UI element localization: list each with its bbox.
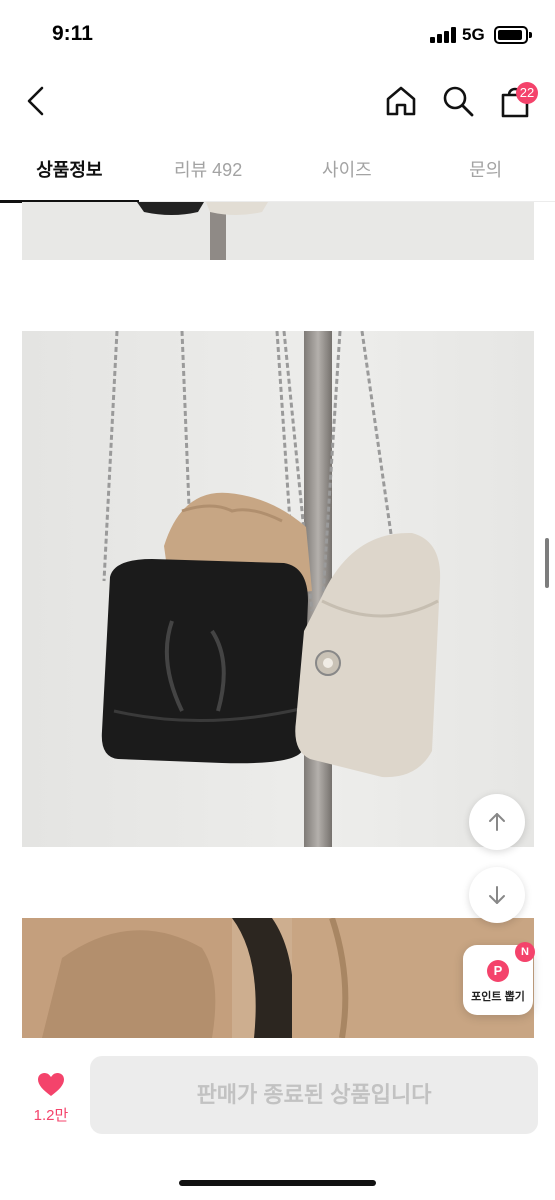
home-button[interactable] xyxy=(379,78,423,124)
tab-reviews[interactable]: 리뷰 492 xyxy=(139,144,278,201)
scroll-down-button[interactable] xyxy=(469,867,525,923)
cart-button[interactable]: 22 xyxy=(493,78,538,124)
new-badge: N xyxy=(515,942,535,962)
top-navigation: 22 xyxy=(0,70,555,134)
tab-size[interactable]: 사이즈 xyxy=(278,144,417,201)
home-icon xyxy=(386,86,416,116)
battery-icon xyxy=(494,26,532,44)
network-label: 5G xyxy=(462,25,485,44)
point-draw-button[interactable]: P 포인트 뽑기 N xyxy=(463,942,535,1015)
heart-icon xyxy=(38,1073,64,1096)
signal-icon xyxy=(430,27,456,43)
sold-out-button[interactable]: 판매가 종료된 상품입니다 xyxy=(90,1056,538,1134)
product-image-detail xyxy=(22,918,534,1038)
like-button[interactable]: 1.2만 xyxy=(22,1068,80,1128)
tab-inquiry[interactable]: 문의 xyxy=(416,144,555,201)
like-count: 1.2만 xyxy=(33,1107,69,1124)
search-button[interactable] xyxy=(436,78,480,124)
product-image-main xyxy=(22,331,534,847)
product-tabs: 상품정보 리뷰 492 사이즈 문의 xyxy=(0,144,555,203)
tab-product-info[interactable]: 상품정보 xyxy=(0,144,139,203)
search-icon xyxy=(443,86,474,117)
scroll-up-button[interactable] xyxy=(469,794,525,850)
product-image-top xyxy=(22,202,534,260)
scrollbar[interactable] xyxy=(545,538,549,588)
point-icon: P xyxy=(487,960,509,982)
arrow-down-icon xyxy=(489,886,505,904)
arrow-up-icon xyxy=(489,813,505,831)
status-bar: 9:11 5G xyxy=(0,0,555,70)
cart-count-badge: 22 xyxy=(516,82,538,104)
back-button[interactable] xyxy=(14,78,58,124)
chevron-left-icon xyxy=(27,86,44,116)
status-time: 9:11 xyxy=(52,22,93,45)
point-draw-label: 포인트 뽑기 xyxy=(471,991,525,1003)
home-indicator xyxy=(179,1180,376,1186)
bottom-action-bar: 1.2만 판매가 종료된 상품입니다 xyxy=(0,1040,555,1200)
